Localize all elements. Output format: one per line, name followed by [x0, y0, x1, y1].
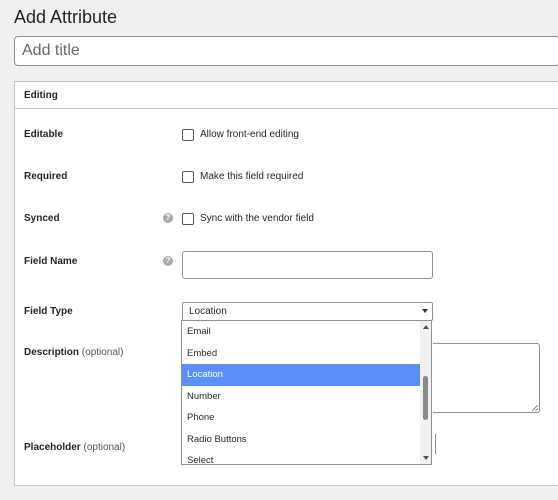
- placeholder-optional-text: (optional): [83, 442, 126, 453]
- scrollbar-thumb[interactable]: [423, 376, 428, 420]
- section-heading: Editing: [24, 89, 58, 101]
- synced-checkbox-label[interactable]: Sync with the vendor field: [200, 213, 314, 224]
- placeholder-label-text: Placeholder: [24, 442, 81, 453]
- required-checkbox[interactable]: [182, 171, 194, 183]
- synced-label: Synced: [24, 213, 60, 224]
- scroll-down-arrow-icon[interactable]: [423, 456, 429, 460]
- synced-help-icon[interactable]: ?: [163, 213, 173, 223]
- field-name-label: Field Name: [24, 256, 78, 267]
- dropdown-scrollbar[interactable]: [420, 321, 431, 464]
- field-type-selected-value: Location: [189, 306, 227, 317]
- editable-checkbox[interactable]: [182, 129, 194, 141]
- field-type-label: Field Type: [24, 306, 73, 317]
- resize-handle-icon[interactable]: [532, 405, 538, 411]
- editable-label: Editable: [24, 129, 63, 140]
- description-label-text: Description: [24, 347, 80, 358]
- chevron-down-icon: [422, 309, 428, 313]
- dropdown-option-phone[interactable]: Phone: [182, 407, 431, 429]
- field-type-select[interactable]: Location: [182, 302, 433, 321]
- placeholder-label: Placeholder (optional): [24, 442, 125, 453]
- placeholder-input[interactable]: [433, 434, 436, 454]
- field-name-input[interactable]: [182, 251, 433, 279]
- required-checkbox-label[interactable]: Make this field required: [200, 171, 303, 182]
- description-optional-text: (optional): [81, 347, 124, 358]
- editing-panel-header[interactable]: Editing: [15, 82, 558, 109]
- dropdown-option-select[interactable]: Select: [182, 450, 431, 464]
- synced-checkbox[interactable]: [182, 213, 194, 225]
- dropdown-option-radio-buttons[interactable]: Radio Buttons: [182, 429, 431, 451]
- title-input[interactable]: [14, 36, 558, 66]
- dropdown-option-location[interactable]: Location: [182, 364, 431, 386]
- page-title: Add Attribute: [14, 7, 118, 27]
- field-name-help-icon[interactable]: ?: [163, 256, 173, 266]
- dropdown-option-email[interactable]: Email: [182, 321, 431, 343]
- field-type-dropdown-list[interactable]: Email Embed Location Number Phone Radio …: [181, 320, 432, 465]
- required-label: Required: [24, 171, 68, 182]
- scroll-up-arrow-icon[interactable]: [423, 325, 429, 329]
- description-label: Description (optional): [24, 347, 124, 358]
- dropdown-option-embed[interactable]: Embed: [182, 343, 431, 365]
- editable-checkbox-label[interactable]: Allow front-end editing: [200, 129, 299, 140]
- description-textarea[interactable]: [433, 343, 540, 413]
- dropdown-option-number[interactable]: Number: [182, 386, 431, 408]
